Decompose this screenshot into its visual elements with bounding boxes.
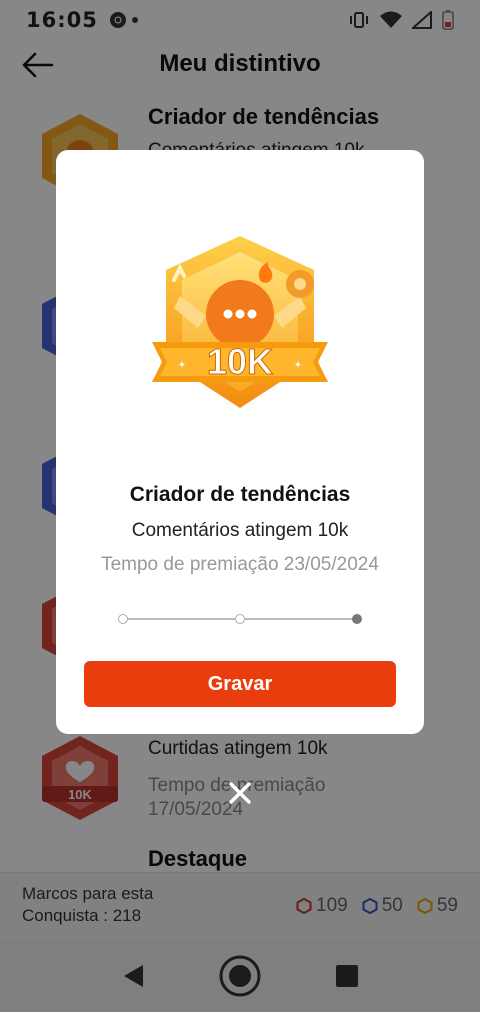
svg-text:✦: ✦ — [178, 360, 186, 371]
trend-creator-badge-icon: 10K ✦ ✦ — [152, 236, 328, 408]
progress-step-active — [352, 614, 362, 624]
progress-step — [235, 614, 245, 624]
svg-text:✦: ✦ — [294, 360, 302, 371]
record-button[interactable]: Gravar — [84, 661, 396, 707]
modal-award-time: Tempo de premiação 23/05/2024 — [101, 554, 379, 575]
close-icon — [229, 782, 251, 804]
modal-description: Comentários atingem 10k — [131, 520, 349, 541]
level-progress — [118, 612, 362, 626]
modal-badge-label: 10K — [207, 341, 273, 382]
modal-title: Criador de tendências — [129, 483, 351, 506]
close-modal-button[interactable] — [217, 770, 263, 816]
badge-detail-modal: 10K ✦ ✦ Criador de tendências Comentário… — [56, 150, 424, 734]
progress-step — [118, 614, 128, 624]
